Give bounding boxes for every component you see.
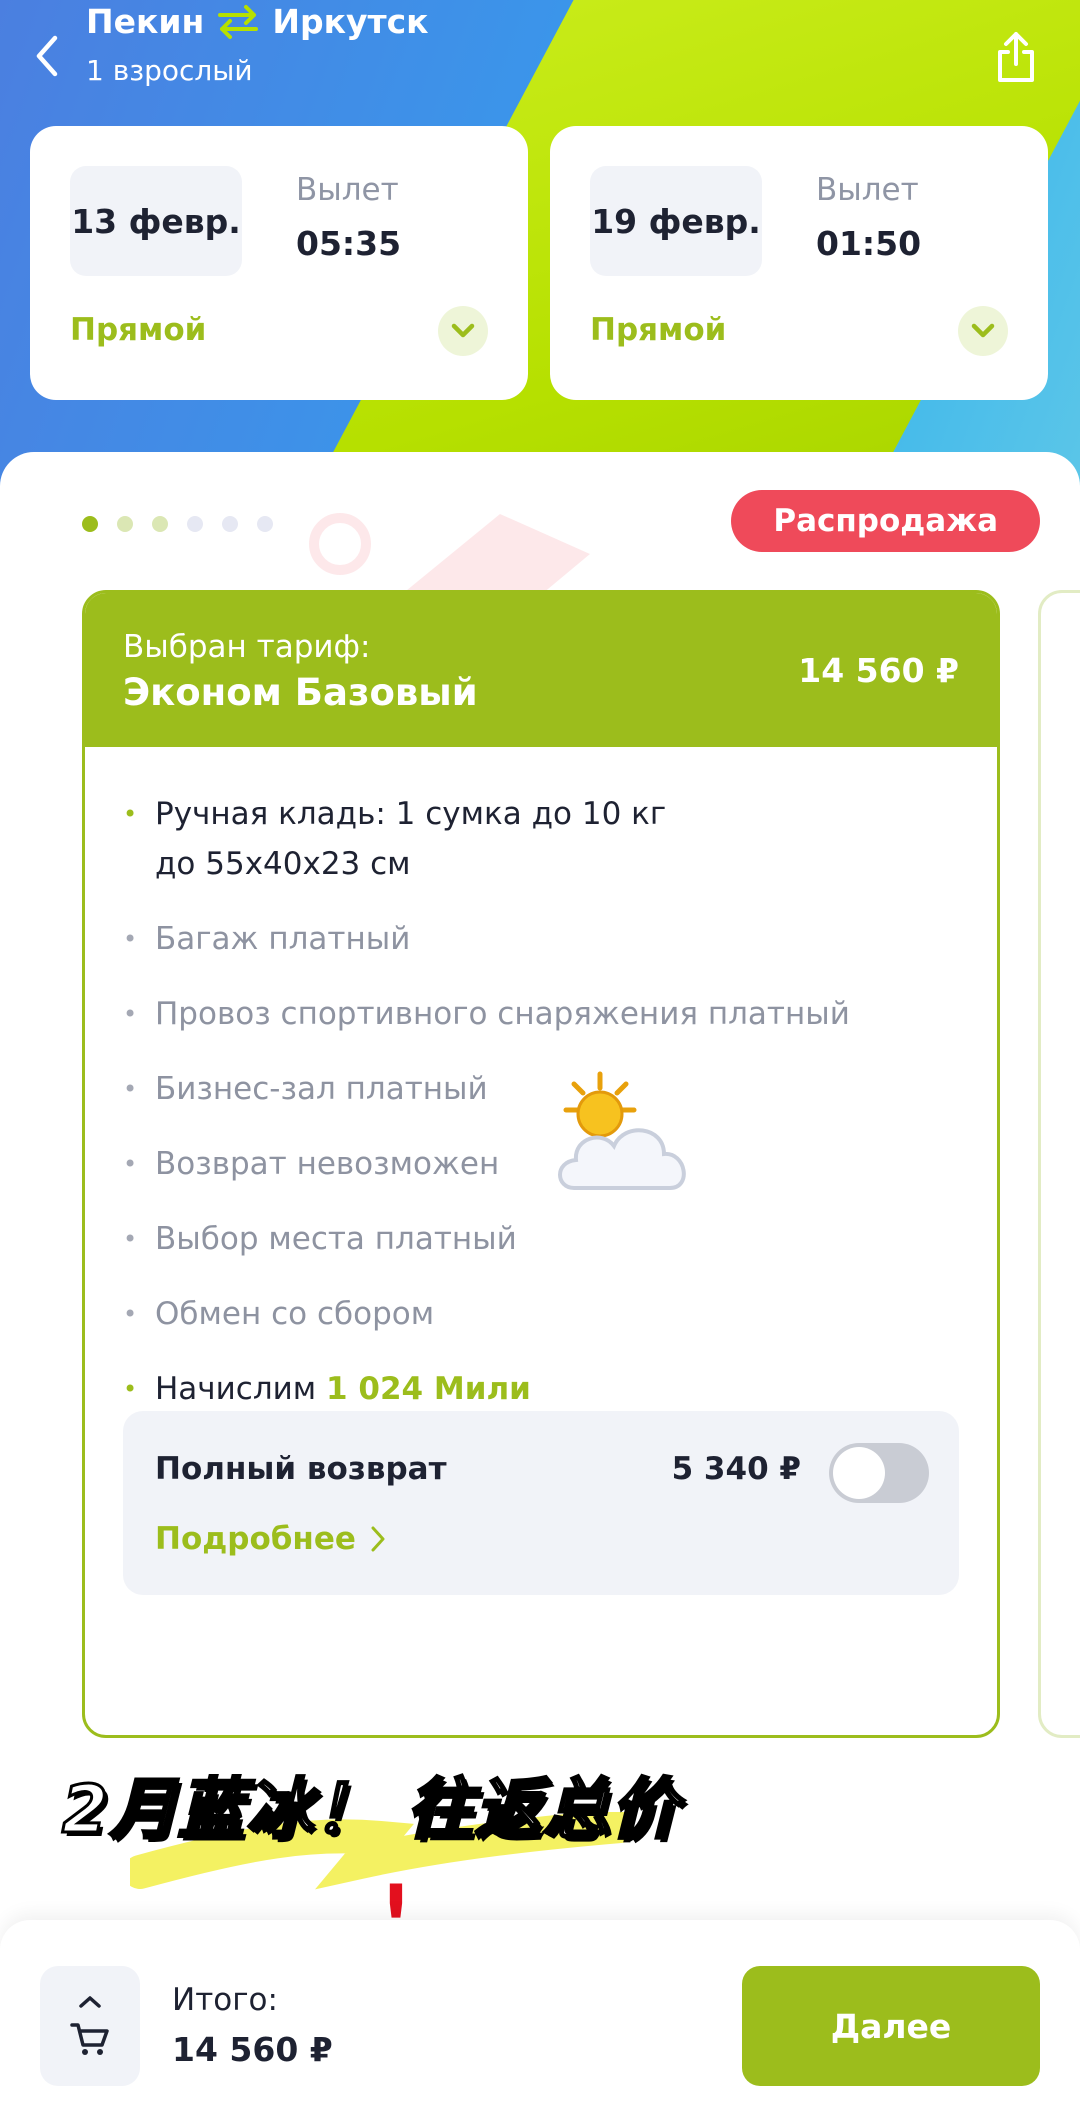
full-refund-price: 5 340 ₽ [671, 1451, 801, 1487]
flight-type: Прямой [70, 312, 207, 348]
share-icon [998, 32, 1034, 82]
chevron-down-icon [451, 323, 475, 338]
return-flight-card[interactable]: 19 февр. Вылет 01:50 Прямой [550, 126, 1048, 400]
swap-arrows-icon [216, 4, 260, 40]
chevron-down-icon [971, 323, 995, 338]
tariff-header: Выбран тариф: Эконом Базовый 14 560 ₽ [85, 593, 997, 747]
feature-sport-equipment: Провоз спортивного снаряжения платный [123, 989, 963, 1039]
departure-time: 05:35 [296, 224, 402, 263]
sale-badge: Распродажа [731, 490, 1040, 552]
tariff-sheet: Распродажа Выбран тариф: Эконом Базовый … [0, 452, 1080, 1952]
miles-value: 1 024 Мили [326, 1371, 531, 1407]
more-details-link[interactable]: Подробнее [155, 1521, 386, 1557]
feature-baggage: Багаж платный [123, 914, 963, 964]
destination-city: Иркутск [272, 2, 429, 41]
tariff-card[interactable]: Выбран тариф: Эконом Базовый 14 560 ₽ Ру… [82, 590, 1000, 1738]
selected-tariff-label: Выбран тариф: [123, 629, 371, 665]
sun-behind-cloud-icon [558, 1071, 686, 1190]
chevron-left-icon [36, 35, 58, 77]
chevron-right-icon [371, 1526, 385, 1552]
flight-type: Прямой [590, 312, 727, 348]
expand-flight-button[interactable] [438, 306, 488, 356]
next-button[interactable]: Далее [742, 1966, 1040, 2086]
departure-label: Вылет [296, 172, 399, 208]
tariff-price: 14 560 ₽ [798, 651, 959, 690]
next-tariff-card-peek[interactable] [1038, 590, 1080, 1738]
feature-seat-selection: Выбор места платный [123, 1214, 963, 1264]
route-title: Пекин Иркутск [86, 2, 429, 41]
feature-business-lounge: Бизнес-зал платный [123, 1064, 963, 1114]
bottom-bar: Итого: 14 560 ₽ Далее [0, 1920, 1080, 2128]
total-value: 14 560 ₽ [172, 2030, 333, 2069]
departure-time: 01:50 [816, 224, 922, 263]
share-button[interactable] [988, 26, 1044, 88]
departure-label: Вылет [816, 172, 919, 208]
carousel-dot[interactable] [187, 516, 203, 532]
carousel-dot[interactable] [82, 516, 98, 532]
feature-hand-luggage: Ручная кладь: 1 сумка до 10 кг до 55х40х… [123, 789, 963, 889]
feature-refund: Возврат невозможен [123, 1139, 963, 1189]
overlay-caption: 2月蓝冰！ 往返总价 [61, 1770, 679, 1850]
feature-exchange: Обмен со сбором [123, 1289, 963, 1339]
carousel-dot[interactable] [152, 516, 168, 532]
carousel-dots [82, 516, 273, 532]
full-refund-option: Полный возврат 5 340 ₽ Подробнее [123, 1411, 959, 1595]
carousel-dot[interactable] [257, 516, 273, 532]
cart-icon [70, 2023, 109, 2055]
tariff-name: Эконом Базовый [123, 671, 478, 714]
passenger-count: 1 взрослый [86, 54, 253, 87]
feature-miles: Начислим 1 024 Мили [123, 1364, 963, 1414]
expand-flight-button[interactable] [958, 306, 1008, 356]
flight-date: 19 февр. [590, 166, 762, 276]
chevron-up-icon [79, 1996, 101, 2008]
back-button[interactable] [22, 28, 70, 84]
total-label: Итого: [172, 1982, 278, 2018]
tariff-features: Ручная кладь: 1 сумка до 10 кг до 55х40х… [123, 789, 963, 1439]
carousel-dot[interactable] [222, 516, 238, 532]
toggle-knob [833, 1447, 885, 1499]
cart-button[interactable] [40, 1966, 140, 2086]
outbound-flight-card[interactable]: 13 февр. Вылет 05:35 Прямой [30, 126, 528, 400]
full-refund-title: Полный возврат [155, 1451, 447, 1487]
origin-city: Пекин [86, 2, 205, 41]
full-refund-toggle[interactable] [829, 1443, 929, 1503]
flight-date: 13 февр. [70, 166, 242, 276]
carousel-dot[interactable] [117, 516, 133, 532]
